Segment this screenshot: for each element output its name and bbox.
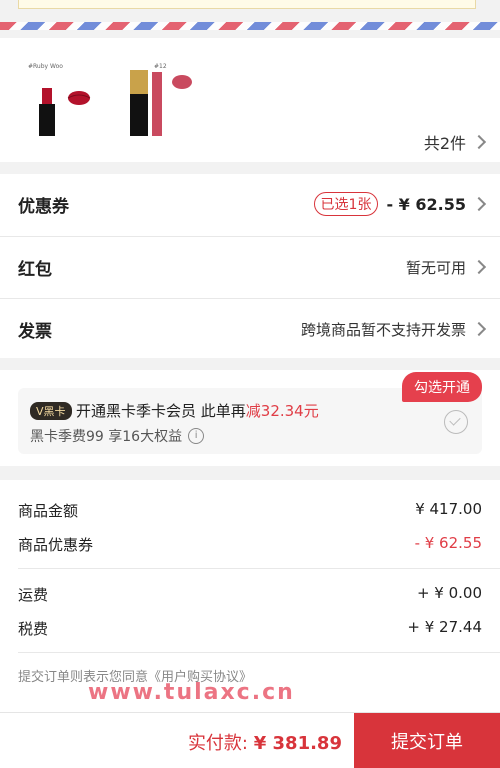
product-tag-label: #12 [154,63,167,70]
coupon-amount: - ¥ 62.55 [386,194,466,214]
order-options-card: 优惠券 已选1张 - ¥ 62.55 红包 暂无可用 发票 跨境商品暂不支持开发… [0,174,500,358]
red-packet-row[interactable]: 红包 暂无可用 [0,236,500,297]
chevron-right-icon [471,134,487,150]
divider [18,568,500,569]
payment-total: 实付款: ¥ 381.89 [188,729,342,755]
product-thumbnail-lipstick-ruby-woo[interactable]: #Ruby Woo [24,60,100,142]
invoice-label: 发票 [18,321,52,342]
membership-subtitle: 黑卡季费99 享16大权益 i [30,426,205,446]
goods-amount-value: ¥ 417.00 [415,500,482,518]
tax-value: + ¥ 27.44 [407,618,482,636]
goods-amount-row: 商品金额 ¥ 417.00 [18,500,482,521]
chevron-right-icon [471,196,487,212]
top-notice-box [18,0,476,9]
payment-total-value: ¥ 381.89 [253,733,342,754]
goods-coupon-row: 商品优惠券 - ¥ 62.55 [18,534,482,555]
payment-total-label: 实付款: [187,733,254,754]
invoice-row[interactable]: 发票 跨境商品暂不支持开发票 [0,298,500,359]
red-packet-status: 暂无可用 [405,258,466,277]
tax-label: 税费 [18,620,49,638]
freight-label: 运费 [18,586,49,604]
black-card-tag: V黑卡 [30,402,72,420]
chevron-right-icon [471,259,487,275]
tax-row: 税费 + ¥ 27.44 [18,618,482,639]
product-list-card[interactable]: #Ruby Woo #12 共2件 [0,38,500,162]
checkbox-check-icon[interactable] [444,410,468,434]
coupon-row[interactable]: 优惠券 已选1张 - ¥ 62.55 [0,174,500,234]
membership-card: V黑卡 开通黑卡季卡会员 此单再减32.34元 黑卡季费99 享16大权益 i … [0,370,500,466]
submit-order-button[interactable]: 提交订单 [354,713,500,768]
product-count-label: 共2件 [423,134,466,153]
membership-title: 开通黑卡季卡会员 此单再减32.34元 [76,400,319,421]
freight-row: 运费 + ¥ 0.00 [18,584,482,605]
price-summary-card: 商品金额 ¥ 417.00 商品优惠券 - ¥ 62.55 运费 + ¥ 0.0… [0,480,500,712]
membership-title-prefix: 开通黑卡季卡会员 此单再 [76,402,246,420]
coupon-selected-badge: 已选1张 [313,192,379,216]
coupon-value: 已选1张 - ¥ 62.55 [313,192,487,216]
goods-amount-label: 商品金额 [18,502,79,520]
goods-coupon-label: 商品优惠券 [18,536,94,554]
membership-fee-text: 黑卡季费99 享16大权益 [30,429,183,445]
product-tag-label: #Ruby Woo [28,63,63,70]
watermark-text: www.tulaxc.cn [88,680,295,705]
checkout-bar: 实付款: ¥ 381.89 提交订单 [0,712,500,768]
select-open-button[interactable]: 勾选开通 [402,372,482,402]
coupon-label: 优惠券 [18,196,69,217]
divider [18,652,500,653]
red-packet-value: 暂无可用 [405,257,487,278]
product-count[interactable]: 共2件 [423,130,487,154]
red-packet-label: 红包 [18,259,52,280]
freight-value: + ¥ 0.00 [416,584,482,602]
goods-coupon-value: - ¥ 62.55 [414,534,482,552]
info-icon[interactable]: i [188,428,205,444]
invoice-value: 跨境商品暂不支持开发票 [300,319,487,340]
membership-discount: 减32.34元 [245,402,319,420]
envelope-stripe-divider [0,22,500,30]
invoice-status: 跨境商品暂不支持开发票 [300,320,466,339]
chevron-right-icon [471,321,487,337]
product-thumbnail-lip-gloss-12[interactable]: #12 [124,60,200,142]
